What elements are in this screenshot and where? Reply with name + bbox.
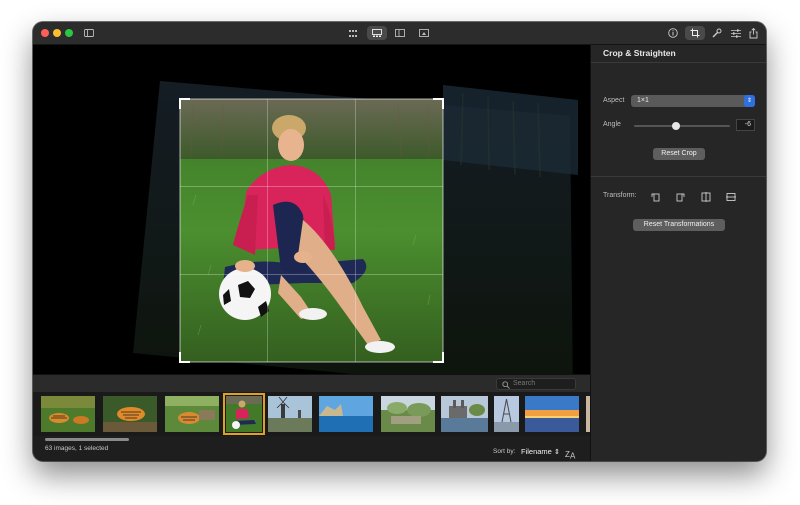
status-text: 63 images, 1 selected — [45, 445, 109, 452]
thumbnail[interactable] — [41, 396, 95, 432]
thumbnail[interactable] — [319, 396, 373, 432]
sidebar-icon[interactable] — [83, 26, 95, 40]
transform-label: Transform: — [603, 192, 637, 199]
rotate-left-icon[interactable] — [650, 190, 662, 202]
flip-vertical-icon[interactable] — [725, 190, 737, 202]
thumbnail[interactable] — [586, 396, 590, 432]
angle-label: Angle — [603, 121, 621, 128]
reset-transformations-button[interactable]: Reset Transformations — [633, 219, 725, 231]
angle-slider-knob[interactable] — [672, 122, 681, 130]
app-window: Crop & Straighten Aspect 1×1 ⇕ Angle -6 … — [33, 22, 766, 461]
thumbnail[interactable] — [441, 396, 488, 432]
thumbnail[interactable] — [165, 396, 219, 432]
info-icon[interactable] — [667, 26, 679, 40]
sort-za-icon[interactable]: ZA — [565, 446, 577, 461]
inspector-divider — [591, 62, 766, 63]
reset-crop-button[interactable]: Reset Crop — [653, 148, 705, 160]
thumbnail-selected[interactable] — [223, 393, 265, 435]
image-viewer[interactable] — [33, 45, 590, 374]
title-bar — [33, 22, 766, 45]
filmstrip-toolbar: Search — [33, 374, 590, 393]
thumbnail[interactable] — [525, 396, 579, 432]
thumbnail[interactable] — [103, 396, 157, 432]
sort-label: Sort by: — [493, 448, 516, 455]
search-field[interactable]: Search — [496, 378, 576, 390]
angle-slider[interactable] — [634, 122, 730, 130]
flip-horizontal-icon[interactable] — [700, 190, 712, 202]
chevron-updown-icon: ⇕ — [553, 449, 560, 456]
thumbnail[interactable] — [494, 396, 519, 432]
rotate-right-icon[interactable] — [675, 190, 687, 202]
inspector-panel: Crop & Straighten Aspect 1×1 ⇕ Angle -6 … — [590, 45, 766, 461]
aspect-value: 1×1 — [637, 97, 649, 104]
sort-value: Filename — [521, 447, 552, 456]
inspector-divider — [591, 176, 766, 177]
angle-field[interactable]: -6 — [736, 119, 755, 131]
viewer-icon[interactable] — [367, 26, 387, 40]
search-icon — [502, 381, 510, 389]
svg-text:A: A — [570, 452, 576, 460]
aspect-label: Aspect — [603, 97, 625, 104]
thumbnail[interactable] — [268, 396, 312, 432]
share-icon[interactable] — [747, 26, 759, 40]
tools-icon[interactable] — [711, 26, 723, 40]
adjust-icon[interactable] — [730, 26, 742, 40]
sort-select[interactable]: Filename ⇕ — [521, 447, 560, 456]
zoom-window-button[interactable] — [65, 29, 73, 37]
minimize-window-button[interactable] — [53, 29, 61, 37]
search-placeholder: Search — [513, 380, 536, 387]
inspector-title: Crop & Straighten — [603, 48, 676, 58]
crop-icon[interactable] — [685, 26, 705, 40]
split-view-icon[interactable] — [394, 26, 406, 40]
slideshow-icon[interactable] — [418, 26, 430, 40]
aspect-select[interactable]: 1×1 ⇕ — [631, 95, 755, 107]
filmstrip[interactable] — [33, 392, 590, 436]
close-window-button[interactable] — [41, 29, 49, 37]
photo-canvas — [133, 81, 578, 374]
grid-view-icon[interactable] — [347, 26, 359, 40]
filmstrip-scrollbar[interactable] — [45, 438, 129, 441]
thumbnail[interactable] — [381, 396, 435, 432]
chevron-updown-icon: ⇕ — [744, 95, 755, 107]
